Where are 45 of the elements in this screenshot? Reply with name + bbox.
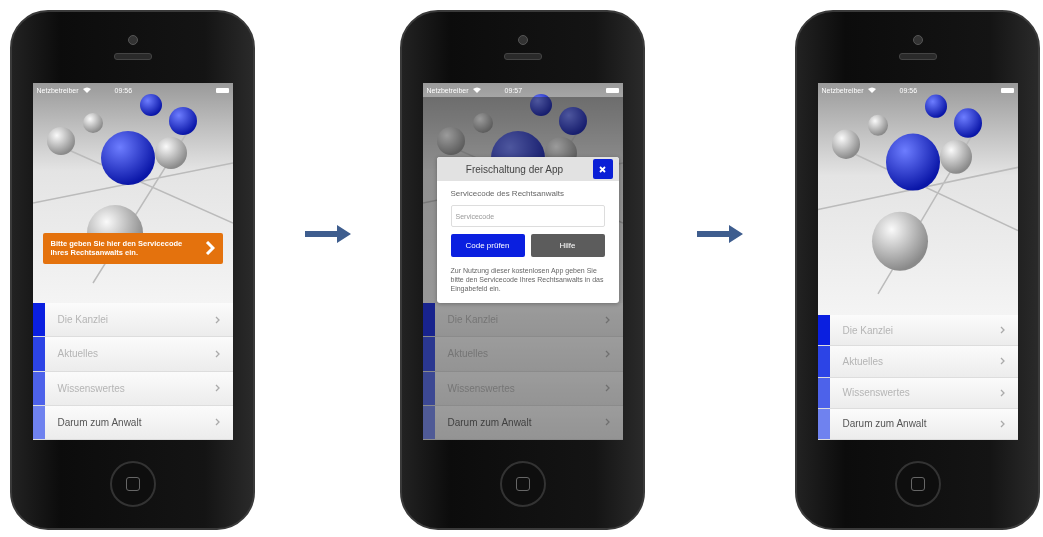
chevron-right-icon (999, 388, 1005, 397)
chevron-right-icon (604, 418, 610, 427)
camera-icon (517, 35, 528, 45)
menu-item[interactable]: Die Kanzlei (817, 315, 1018, 347)
speaker-icon (503, 53, 542, 60)
wifi-icon (82, 87, 91, 93)
menu-item[interactable]: Wissenswertes (32, 371, 233, 406)
close-icon (599, 165, 606, 173)
menu-item[interactable]: Darum zum Anwalt (422, 405, 623, 440)
menu-item[interactable]: Darum zum Anwalt (817, 408, 1018, 440)
speaker-icon (898, 53, 937, 60)
wifi-icon (867, 87, 876, 93)
chevron-right-icon (604, 384, 610, 393)
field-label: Servicecode des Rechtsanwalts (450, 189, 565, 198)
speaker-icon (113, 53, 152, 60)
menu-item[interactable]: Darum zum Anwalt (32, 405, 233, 440)
menu-item[interactable]: Die Kanzlei (32, 303, 233, 338)
menu-item[interactable]: Aktuelles (32, 337, 233, 372)
camera-icon (912, 35, 923, 45)
home-button[interactable] (499, 461, 546, 507)
home-button[interactable] (894, 461, 941, 507)
chevron-right-icon (204, 241, 215, 256)
help-button[interactable]: Hilfe (530, 234, 605, 257)
right-arrow-icon (304, 223, 351, 244)
chevron-right-icon (999, 419, 1005, 428)
right-arrow-icon (697, 223, 743, 244)
chevron-right-icon (604, 315, 610, 324)
chevron-right-icon (214, 349, 220, 358)
battery-icon (605, 87, 619, 93)
chevron-right-icon (604, 349, 610, 358)
dialog-title: Freischaltung der App (464, 163, 565, 175)
battery-icon (1000, 87, 1014, 93)
close-button[interactable] (592, 159, 613, 179)
chevron-right-icon (214, 418, 220, 427)
chevron-right-icon (214, 384, 220, 393)
chevron-right-icon (999, 326, 1005, 335)
wifi-icon (472, 87, 481, 93)
battery-icon (215, 87, 229, 93)
menu-item[interactable]: Aktuelles (817, 346, 1018, 378)
chevron-right-icon (999, 357, 1005, 366)
chevron-right-icon (214, 315, 220, 324)
menu-item[interactable]: Wissenswertes (817, 377, 1018, 409)
camera-icon (127, 35, 138, 45)
check-code-button[interactable]: Code prüfen (450, 234, 525, 257)
home-button[interactable] (109, 461, 156, 507)
